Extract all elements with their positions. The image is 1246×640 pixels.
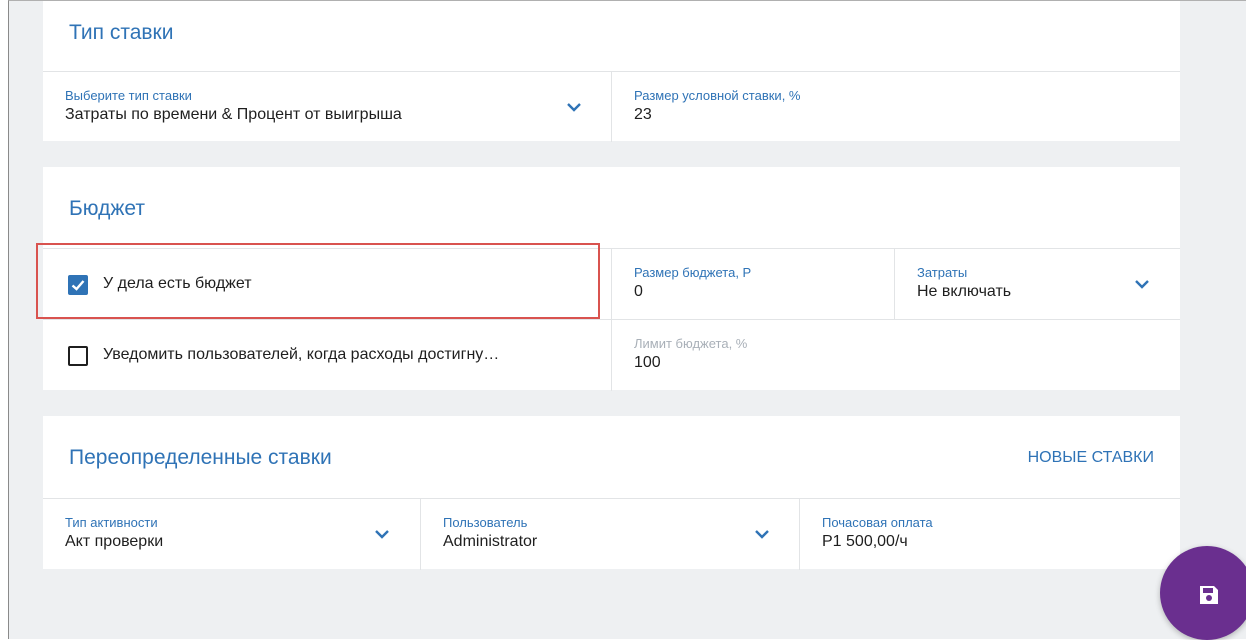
save-button[interactable] <box>1160 546 1246 640</box>
activity-type-select[interactable]: Тип активности Акт проверки <box>43 499 420 570</box>
rate-type-select-label: Выберите тип ставки <box>65 88 192 103</box>
budget-row-2: Уведомить пользователей, когда расходы д… <box>43 319 1180 391</box>
budget-limit-value: 100 <box>634 354 661 371</box>
budget-title: Бюджет <box>69 197 145 220</box>
rate-type-card: Тип ставки Выберите тип ставки Затраты п… <box>43 1 1180 142</box>
conditional-rate-label: Размер условной ставки, % <box>634 88 801 103</box>
new-rates-button[interactable]: НОВЫЕ СТАВКИ <box>1028 449 1154 467</box>
save-icon <box>1200 586 1218 604</box>
rate-type-row: Выберите тип ставки Затраты по времени &… <box>43 71 1180 142</box>
rate-type-select-value: Затраты по времени & Процент от выигрыша <box>65 106 402 123</box>
conditional-rate-value: 23 <box>634 106 652 123</box>
budget-size-label: Размер бюджета, Р <box>634 265 752 280</box>
conditional-rate-field[interactable]: Размер условной ставки, % 23 <box>611 72 1180 142</box>
hourly-rate-label: Почасовая оплата <box>822 515 933 530</box>
user-label: Пользователь <box>443 515 528 530</box>
budget-size-field[interactable]: Размер бюджета, Р 0 <box>611 249 894 320</box>
activity-type-label: Тип активности <box>65 515 158 530</box>
budget-limit-label: Лимит бюджета, % <box>634 336 748 351</box>
rate-type-select[interactable]: Выберите тип ставки Затраты по времени &… <box>43 72 611 142</box>
hourly-rate-value: P1 500,00/ч <box>822 533 908 550</box>
overrides-row: Тип активности Акт проверки Пользователь… <box>43 498 1180 570</box>
expenses-select[interactable]: Затраты Не включать <box>894 249 1180 320</box>
rate-type-title: Тип ставки <box>69 21 174 44</box>
hourly-rate-field[interactable]: Почасовая оплата P1 500,00/ч <box>799 499 1180 570</box>
budget-limit-field[interactable]: Лимит бюджета, % 100 <box>611 320 1180 391</box>
user-select[interactable]: Пользователь Administrator <box>420 499 799 570</box>
budget-size-value: 0 <box>634 283 643 300</box>
app-frame: Тип ставки Выберите тип ставки Затраты п… <box>8 0 1246 639</box>
chevron-down-icon[interactable] <box>1133 277 1151 291</box>
expenses-label: Затраты <box>917 265 968 280</box>
activity-type-value: Акт проверки <box>65 533 164 550</box>
overrides-card: Переопределенные ставки НОВЫЕ СТАВКИ Тип… <box>43 416 1180 570</box>
notify-checkbox[interactable] <box>68 346 88 366</box>
chevron-down-icon[interactable] <box>753 527 771 541</box>
notify-option[interactable]: Уведомить пользователей, когда расходы д… <box>43 320 611 391</box>
overrides-title: Переопределенные ставки <box>69 446 332 469</box>
notify-label: Уведомить пользователей, когда расходы д… <box>103 346 500 363</box>
chevron-down-icon[interactable] <box>565 100 583 114</box>
expenses-value: Не включать <box>917 283 1012 300</box>
user-value: Administrator <box>443 533 538 550</box>
chevron-down-icon[interactable] <box>373 527 391 541</box>
highlight-frame <box>36 243 600 319</box>
